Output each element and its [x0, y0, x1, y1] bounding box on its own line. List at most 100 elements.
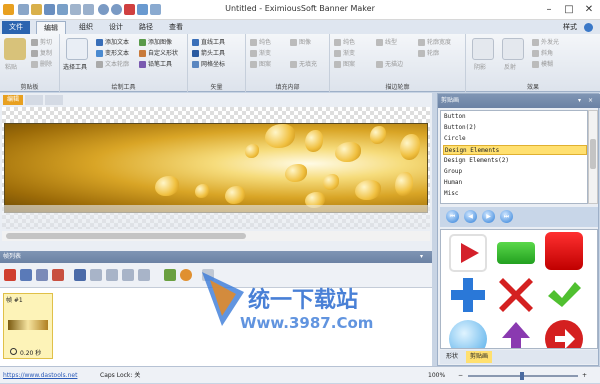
close-button[interactable]: ✕ [580, 2, 598, 18]
select-tool-icon[interactable] [66, 38, 88, 60]
first-page-icon[interactable]: ⏮ [446, 210, 459, 223]
document-tab[interactable] [25, 95, 43, 105]
scroll-thumb[interactable] [590, 139, 596, 169]
minimize-button[interactable]: – [540, 2, 558, 18]
list-item-selected[interactable]: Design Elements [443, 145, 587, 155]
list-scrollbar[interactable] [588, 110, 598, 204]
shadow-button[interactable]: 阴影 [474, 63, 486, 72]
glow-button[interactable]: 外发光 [532, 38, 559, 47]
move-frame-icon[interactable] [138, 269, 150, 281]
drop-shape[interactable] [225, 186, 245, 204]
clipart-category-list[interactable]: Button Button(2) Circle Design Elements … [440, 110, 588, 204]
drop-shape[interactable] [370, 126, 386, 144]
insert-frame-icon[interactable] [36, 269, 48, 281]
prev-page-icon[interactable]: ◀ [464, 210, 477, 223]
first-frame-icon[interactable] [74, 269, 86, 281]
clipart-gallery[interactable] [440, 229, 598, 349]
document-tab[interactable] [45, 95, 63, 105]
drop-shape[interactable] [285, 164, 307, 182]
stroke-outline[interactable]: 轮廓 [418, 49, 439, 58]
horizontal-scrollbar[interactable] [2, 231, 430, 241]
list-item[interactable]: Button [443, 112, 587, 122]
drop-shape[interactable] [355, 180, 381, 200]
text-outline-button[interactable]: 文本轮廓 [96, 60, 129, 69]
reflection-icon[interactable] [502, 38, 524, 60]
cut-button[interactable]: 剪切 [31, 38, 52, 47]
shadow-icon[interactable] [472, 38, 494, 60]
website-link[interactable]: https://www.dastools.net [3, 367, 77, 384]
list-item[interactable]: Circle [443, 134, 587, 144]
list-item[interactable]: Button(2) [443, 123, 587, 133]
delete-button[interactable]: 删除 [31, 60, 52, 69]
plus-shape[interactable] [449, 276, 487, 314]
stroke-solid[interactable]: 纯色 [334, 38, 355, 47]
tab-clipart[interactable]: 剪贴画 [466, 351, 493, 363]
delete-frame-icon[interactable] [52, 269, 64, 281]
stroke-gradient[interactable]: 渐变 [334, 49, 355, 58]
zoom-in-icon[interactable]: + [582, 367, 587, 384]
last-frame-icon[interactable] [122, 269, 134, 281]
panel-menu-icon[interactable]: ▾ [420, 251, 423, 263]
zoom-out-icon[interactable]: − [458, 367, 463, 384]
last-page-icon[interactable]: ⏭ [500, 210, 513, 223]
paste-button[interactable]: 粘贴 [5, 63, 17, 72]
tab-organize[interactable]: 组织 [72, 21, 100, 34]
drop-shape[interactable] [305, 130, 323, 152]
tab-shapes[interactable]: 形状 [442, 351, 462, 363]
tab-design[interactable]: 设计 [102, 21, 130, 34]
style-menu[interactable]: 样式 [556, 21, 584, 34]
fill-pattern[interactable]: 图案 [250, 60, 271, 69]
grid-button[interactable]: 网格坐标 [192, 60, 225, 69]
add-text-button[interactable]: 添加文本 [96, 38, 129, 47]
list-item[interactable]: Misc [443, 189, 587, 199]
tab-view[interactable]: 查看 [162, 21, 190, 34]
drop-shape[interactable] [245, 144, 259, 158]
next-frame-icon[interactable] [106, 269, 118, 281]
list-item[interactable]: Group [443, 167, 587, 177]
panel-menu-icon[interactable]: ▾ [578, 94, 581, 108]
scroll-thumb[interactable] [6, 233, 246, 239]
maximize-button[interactable]: □ [560, 2, 578, 18]
paste-icon[interactable] [4, 38, 26, 60]
stroke-pattern[interactable]: 图案 [334, 60, 355, 69]
check-shape[interactable] [545, 276, 583, 314]
list-item[interactable]: Human [443, 178, 587, 188]
arrow-circle-shape[interactable] [545, 320, 583, 348]
fill-gradient[interactable]: 渐变 [250, 49, 271, 58]
frame-duration[interactable]: 0.20 秒 [20, 348, 41, 357]
tab-edit[interactable]: 编辑 [36, 21, 66, 34]
red-square-shape[interactable] [545, 232, 583, 270]
blur-button[interactable]: 模糊 [532, 60, 553, 69]
copy-button[interactable]: 复制 [31, 49, 52, 58]
banner-canvas[interactable] [4, 123, 428, 213]
new-frame-icon[interactable] [4, 269, 16, 281]
drop-shape[interactable] [323, 174, 339, 190]
bevel-button[interactable]: 斜角 [532, 49, 553, 58]
x-shape[interactable] [497, 276, 535, 314]
add-image-button[interactable]: 添加图像 [139, 38, 172, 47]
custom-shape-button[interactable]: 自定义形状 [139, 49, 178, 58]
drop-shape[interactable] [265, 124, 295, 148]
drop-shape[interactable] [400, 134, 420, 160]
duplicate-frame-icon[interactable] [20, 269, 32, 281]
fill-none[interactable]: 无填充 [290, 60, 317, 69]
editor-tab[interactable]: 编辑 [3, 95, 23, 105]
next-page-icon[interactable]: ▶ [482, 210, 495, 223]
frame-thumbnail[interactable]: 帧 #1 0.20 秒 [3, 293, 53, 359]
panel-close-icon[interactable]: × [588, 94, 593, 108]
drop-shape[interactable] [195, 184, 209, 198]
stroke-width[interactable]: 轮廓宽度 [418, 38, 451, 47]
select-tool-button[interactable]: 选择工具 [63, 63, 87, 72]
tab-path[interactable]: 路径 [132, 21, 160, 34]
zoom-slider[interactable] [468, 372, 578, 380]
help-icon[interactable] [584, 23, 593, 32]
circle-shape[interactable] [449, 320, 487, 348]
stroke-linetype[interactable]: 线型 [376, 38, 397, 47]
stroke-none[interactable]: 无描边 [376, 60, 403, 69]
fill-solid[interactable]: 纯色 [250, 38, 271, 47]
frame-properties-icon[interactable] [164, 269, 176, 281]
line-tool-button[interactable]: 直线工具 [192, 38, 225, 47]
up-arrow-shape[interactable] [497, 320, 535, 348]
drop-shape[interactable] [155, 176, 179, 196]
play-shape[interactable] [449, 234, 487, 272]
